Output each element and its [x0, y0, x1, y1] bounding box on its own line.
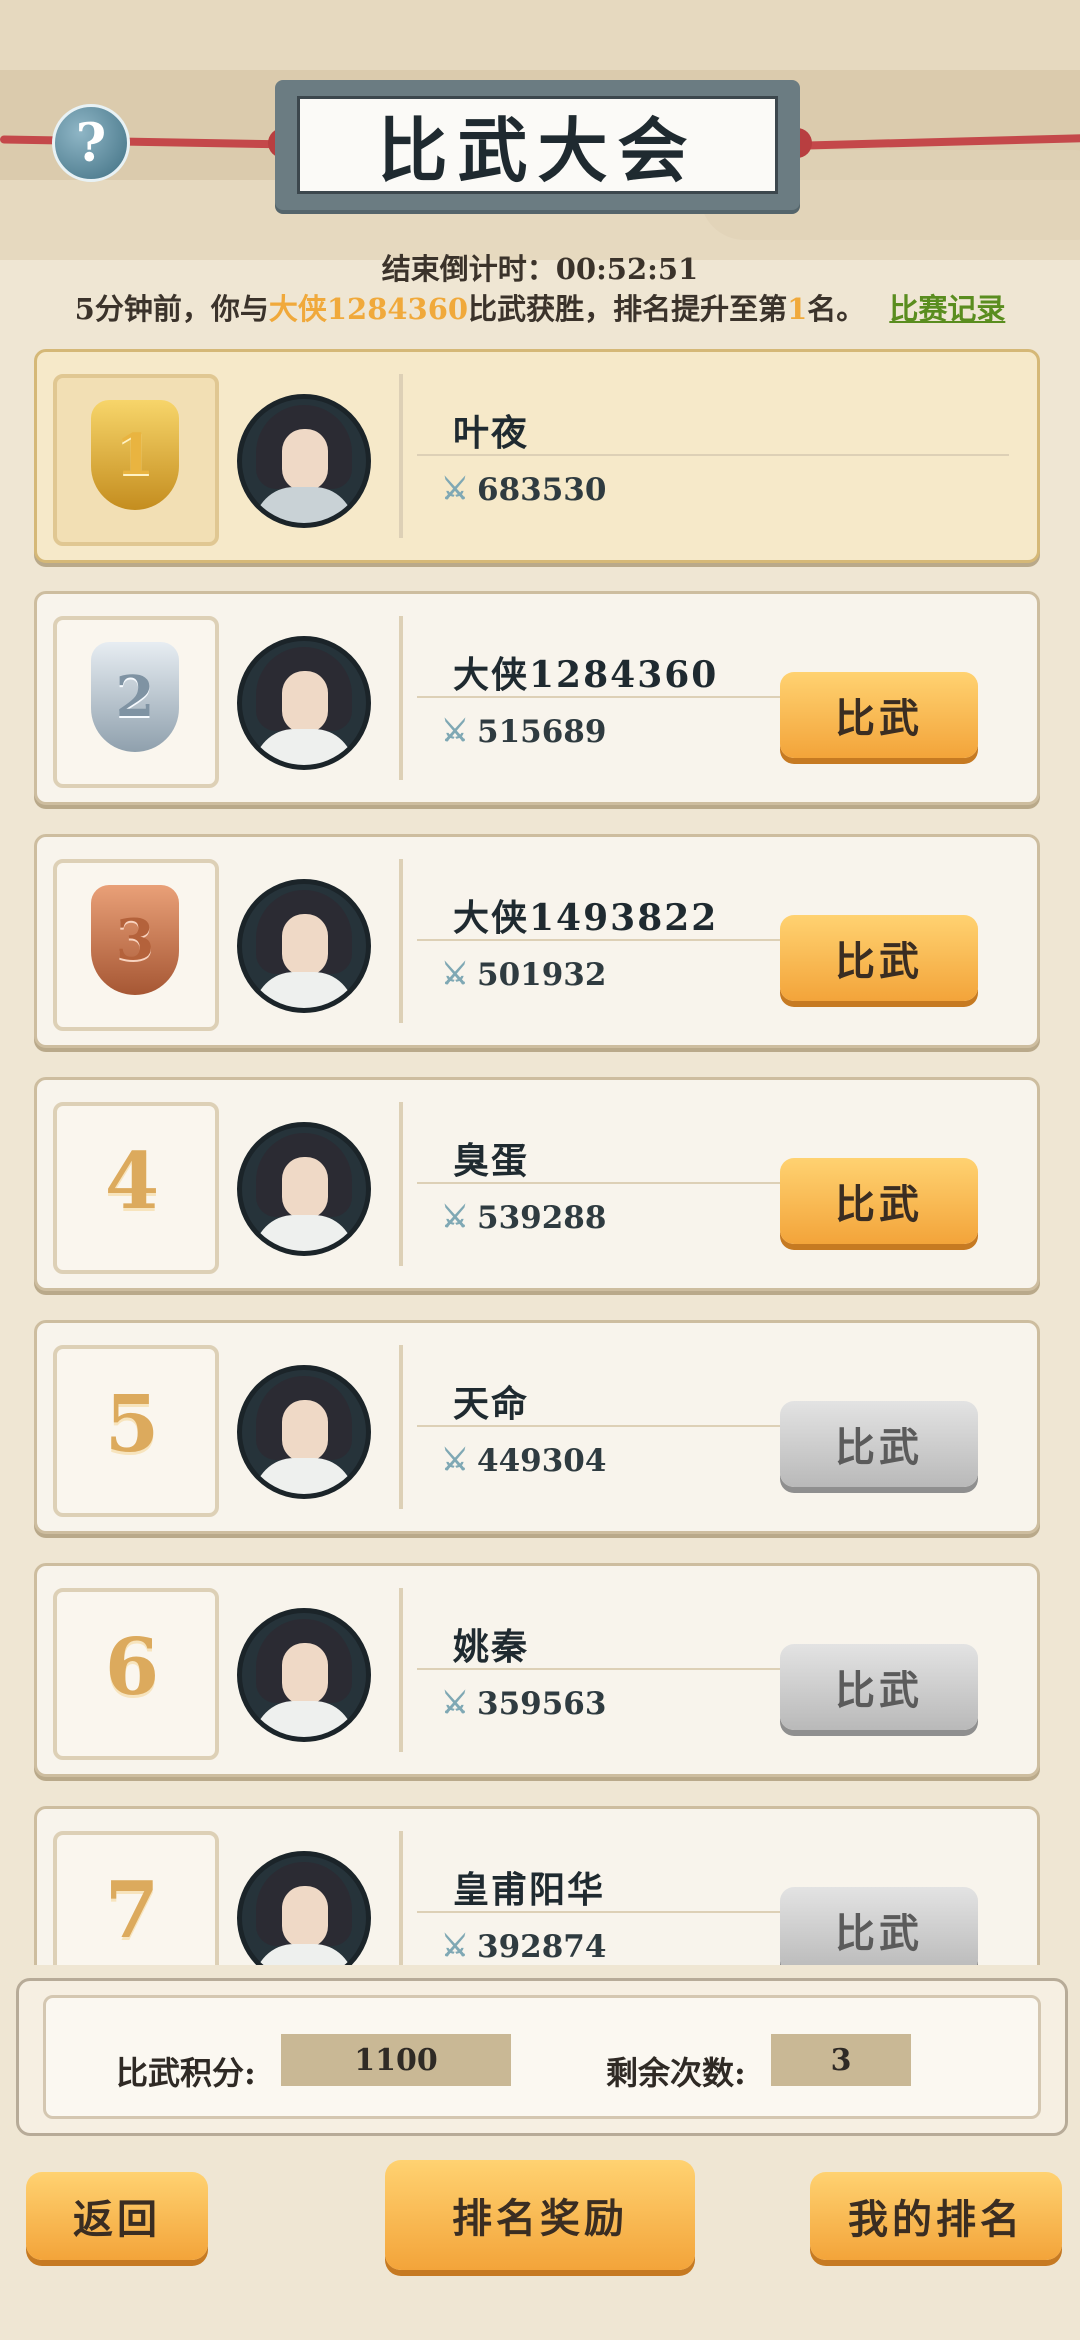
avatar[interactable] [237, 879, 371, 1013]
ranking-list[interactable]: 1 叶夜 ⚔ 683530 2 大侠1284360 ⚔ 515689 比武 3 大侠… [0, 345, 1080, 1965]
power-display: ⚔ 683530 [439, 472, 607, 508]
news-opponent: 大侠1284360 [268, 292, 469, 326]
power-value: 515689 [477, 714, 607, 750]
player-name: 叶夜 [453, 412, 530, 454]
help-button[interactable]: ? [52, 104, 130, 182]
title-inner: 比武大会 [297, 96, 778, 194]
question-icon: ? [75, 112, 107, 174]
player-info: 大侠1493822 ⚔ 501932 比武 [399, 859, 1023, 1023]
my-ranking-button[interactable]: 我的排名 [810, 2172, 1062, 2260]
gold-medal-icon: 1 [91, 400, 179, 510]
avatar[interactable] [237, 1851, 371, 1965]
rank-number: 1 [115, 422, 155, 488]
ranking-row: 7 皇甫阳华 ⚔ 392874 比武 [34, 1806, 1040, 1965]
power-display: ⚔ 359563 [439, 1686, 607, 1722]
countdown-text: 结束倒计时：00:52:51 [381, 252, 699, 286]
power-display: ⚔ 501932 [439, 957, 607, 993]
challenge-button[interactable]: 比武 [780, 915, 978, 1001]
crossed-swords-icon: ⚔ [441, 1686, 469, 1721]
rank-frame: 2 [53, 616, 219, 788]
avatar[interactable] [237, 636, 371, 770]
rank-number: 4 [104, 1136, 160, 1227]
crossed-swords-icon: ⚔ [441, 957, 469, 992]
player-info: 皇甫阳华 ⚔ 392874 比武 [399, 1831, 1023, 1965]
score-value: 1100 [281, 2034, 511, 2086]
rank-frame: 7 [53, 1831, 219, 1965]
crossed-swords-icon: ⚔ [441, 1929, 469, 1964]
power-value: 683530 [477, 472, 607, 508]
player-name: 皇甫阳华 [453, 1869, 606, 1911]
player-name: 大侠1284360 [453, 654, 719, 696]
ranking-row: 4 臭蛋 ⚔ 539288 比武 [34, 1077, 1040, 1291]
news-middle: 比武获胜，排名提升至第 [468, 292, 788, 326]
title-plaque: 比武大会 [275, 80, 800, 210]
news-prefix: 5分钟前，你与 [74, 292, 269, 326]
avatar[interactable] [237, 1122, 371, 1256]
player-info: 姚秦 ⚔ 359563 比武 [399, 1588, 1023, 1752]
ranking-row: 2 大侠1284360 ⚔ 515689 比武 [34, 591, 1040, 805]
score-label: 比武积分: [116, 2054, 256, 2092]
player-info: 叶夜 ⚔ 683530 [399, 374, 1023, 538]
back-button[interactable]: 返回 [26, 2172, 208, 2260]
ranking-row: 3 大侠1493822 ⚔ 501932 比武 [34, 834, 1040, 1048]
challenge-button-disabled[interactable]: 比武 [780, 1887, 978, 1965]
challenge-button-disabled[interactable]: 比武 [780, 1401, 978, 1487]
crossed-swords-icon: ⚔ [441, 472, 469, 507]
player-name: 天命 [453, 1383, 530, 1425]
match-record-link[interactable]: 比赛记录 [889, 292, 1005, 326]
avatar[interactable] [237, 1608, 371, 1742]
avatar[interactable] [237, 394, 371, 528]
power-display: ⚔ 449304 [439, 1443, 607, 1479]
challenge-button[interactable]: 比武 [780, 672, 978, 758]
rank-frame: 4 [53, 1102, 219, 1274]
power-value: 359563 [477, 1686, 607, 1722]
power-value: 449304 [477, 1443, 607, 1479]
bronze-medal-icon: 3 [91, 885, 179, 995]
power-display: ⚔ 515689 [439, 714, 607, 750]
battle-news: 5分钟前，你与大侠1284360比武获胜，排名提升至第1名。 比赛记录 [0, 286, 1080, 328]
ranking-row: 5 天命 ⚔ 449304 比武 [34, 1320, 1040, 1534]
rank-number: 3 [115, 907, 155, 973]
remaining-label: 剩余次数: [606, 2054, 746, 2092]
stats-inner: 比武积分: 1100 剩余次数: 3 [43, 1995, 1041, 2119]
avatar[interactable] [237, 1365, 371, 1499]
player-info: 臭蛋 ⚔ 539288 比武 [399, 1102, 1023, 1266]
stats-panel: 比武积分: 1100 剩余次数: 3 [16, 1978, 1068, 2136]
player-info: 天命 ⚔ 449304 比武 [399, 1345, 1023, 1509]
player-name: 姚秦 [453, 1626, 530, 1668]
rank-frame: 1 [53, 374, 219, 546]
news-suffix: 名。 [807, 292, 866, 326]
rank-frame: 6 [53, 1588, 219, 1760]
player-info: 大侠1284360 ⚔ 515689 比武 [399, 616, 1023, 780]
ranking-row: 6 姚秦 ⚔ 359563 比武 [34, 1563, 1040, 1777]
power-display: ⚔ 392874 [439, 1929, 607, 1965]
power-display: ⚔ 539288 [439, 1200, 607, 1236]
page-title: 比武大会 [377, 108, 698, 192]
remaining-value: 3 [771, 2034, 911, 2086]
player-name: 大侠1493822 [453, 897, 719, 939]
news-rank: 1 [787, 292, 808, 326]
rank-frame: 5 [53, 1345, 219, 1517]
player-name: 臭蛋 [453, 1140, 530, 1182]
power-value: 392874 [477, 1929, 607, 1965]
ranking-row: 1 叶夜 ⚔ 683530 [34, 349, 1040, 563]
rank-number: 2 [115, 664, 155, 730]
crossed-swords-icon: ⚔ [441, 714, 469, 749]
challenge-button-disabled[interactable]: 比武 [780, 1644, 978, 1730]
crossed-swords-icon: ⚔ [441, 1443, 469, 1478]
ranking-rewards-button[interactable]: 排名奖励 [385, 2160, 695, 2270]
crossed-swords-icon: ⚔ [441, 1200, 469, 1235]
silver-medal-icon: 2 [91, 642, 179, 752]
power-value: 501932 [477, 957, 607, 993]
rank-number: 6 [104, 1622, 160, 1713]
power-value: 539288 [477, 1200, 607, 1236]
challenge-button[interactable]: 比武 [780, 1158, 978, 1244]
rank-frame: 3 [53, 859, 219, 1031]
rank-number: 5 [104, 1379, 160, 1470]
rank-number: 7 [104, 1865, 160, 1956]
